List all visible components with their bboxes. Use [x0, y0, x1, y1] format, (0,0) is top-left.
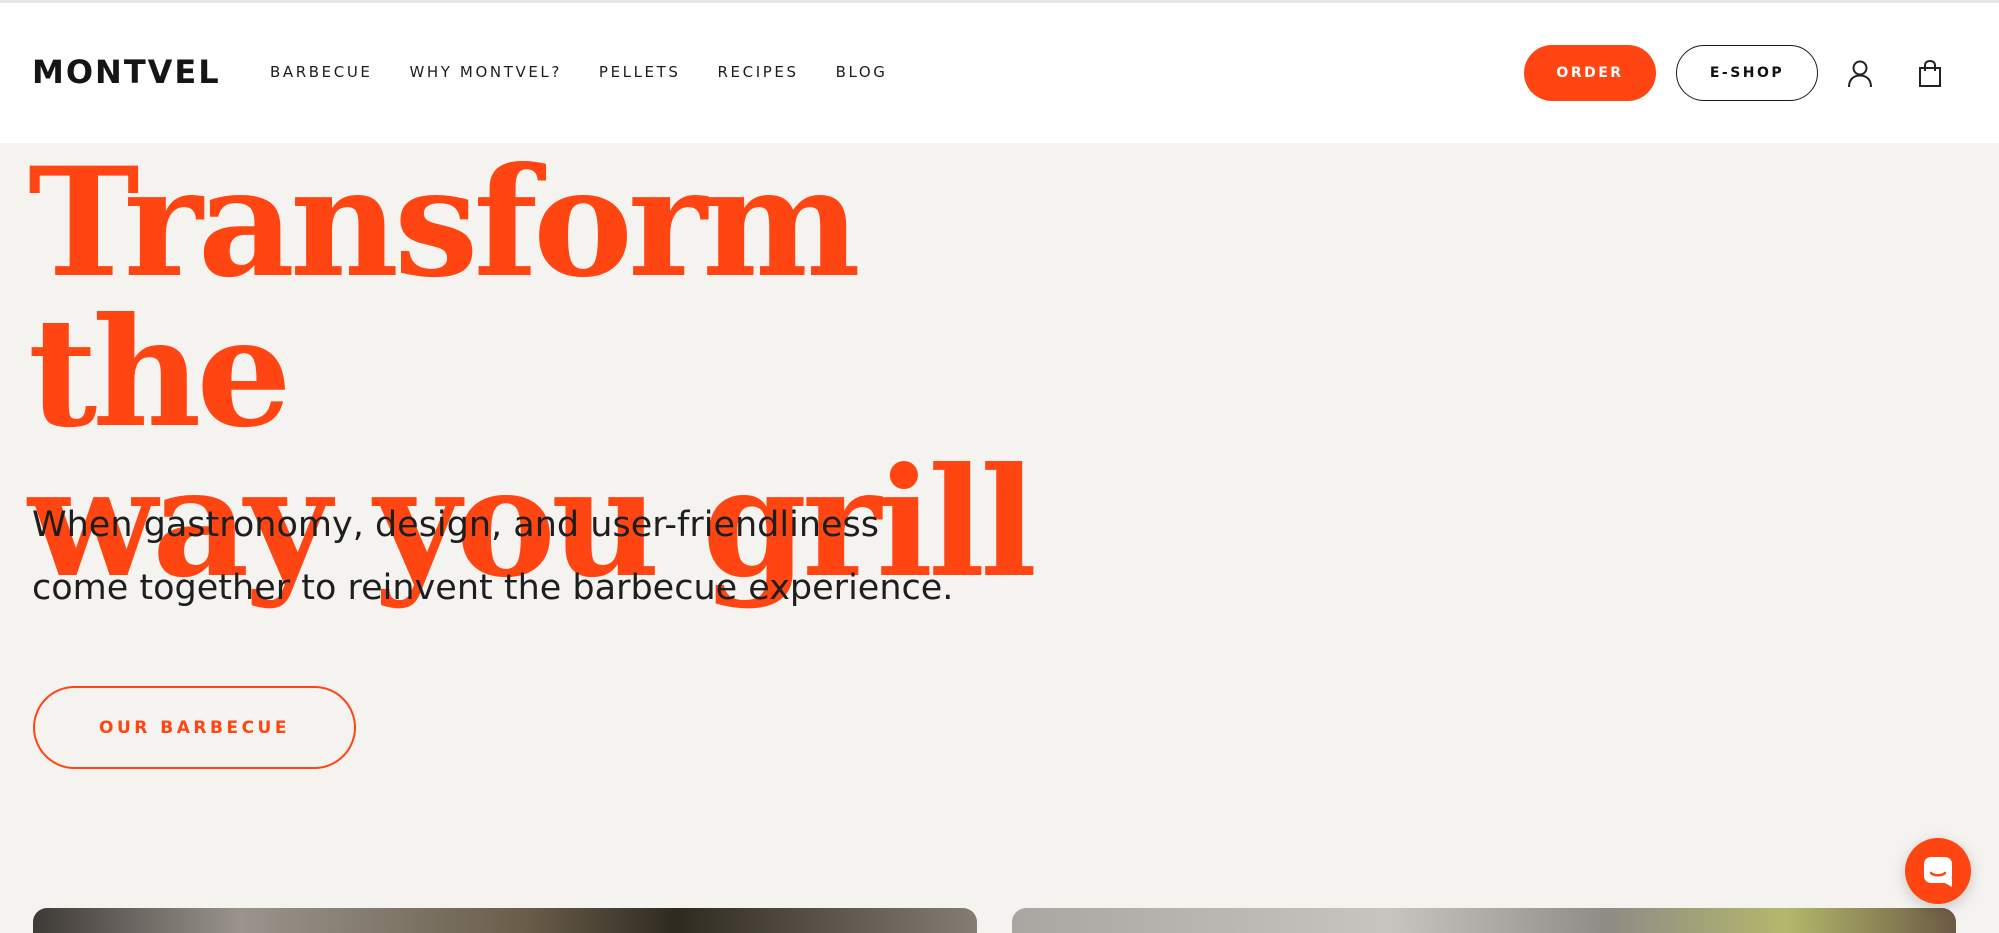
- our-barbecue-button[interactable]: OUR BARBECUE: [33, 686, 356, 769]
- nav-link-blog[interactable]: BLOG: [836, 63, 888, 81]
- feature-image-right[interactable]: [1012, 908, 1956, 933]
- hero-subtitle: When gastronomy, design, and user-friend…: [32, 494, 1032, 620]
- nav-link-barbecue[interactable]: BARBECUE: [270, 63, 372, 81]
- hero-subtitle-line-1: When gastronomy, design, and user-friend…: [32, 505, 880, 545]
- main-nav: BARBECUE WHY MONTVEL? PELLETS RECIPES BL…: [270, 63, 925, 81]
- nav-link-pellets[interactable]: PELLETS: [599, 63, 681, 81]
- chat-icon[interactable]: [1905, 838, 1971, 904]
- shopping-bag-icon[interactable]: [1916, 59, 1944, 89]
- brand-logo[interactable]: MONTVEL: [32, 53, 221, 91]
- nav-link-why-montvel[interactable]: WHY MONTVEL?: [409, 63, 561, 81]
- user-icon[interactable]: [1846, 59, 1874, 89]
- hero-title-line-1: Transform the: [28, 135, 861, 461]
- eshop-button[interactable]: E-SHOP: [1676, 45, 1818, 101]
- hero-subtitle-line-2: come together to reinvent the barbecue e…: [32, 568, 954, 608]
- site-header: MONTVEL BARBECUE WHY MONTVEL? PELLETS RE…: [0, 3, 1999, 143]
- order-button[interactable]: ORDER: [1524, 45, 1656, 101]
- feature-image-left[interactable]: [33, 908, 977, 933]
- nav-link-recipes[interactable]: RECIPES: [718, 63, 799, 81]
